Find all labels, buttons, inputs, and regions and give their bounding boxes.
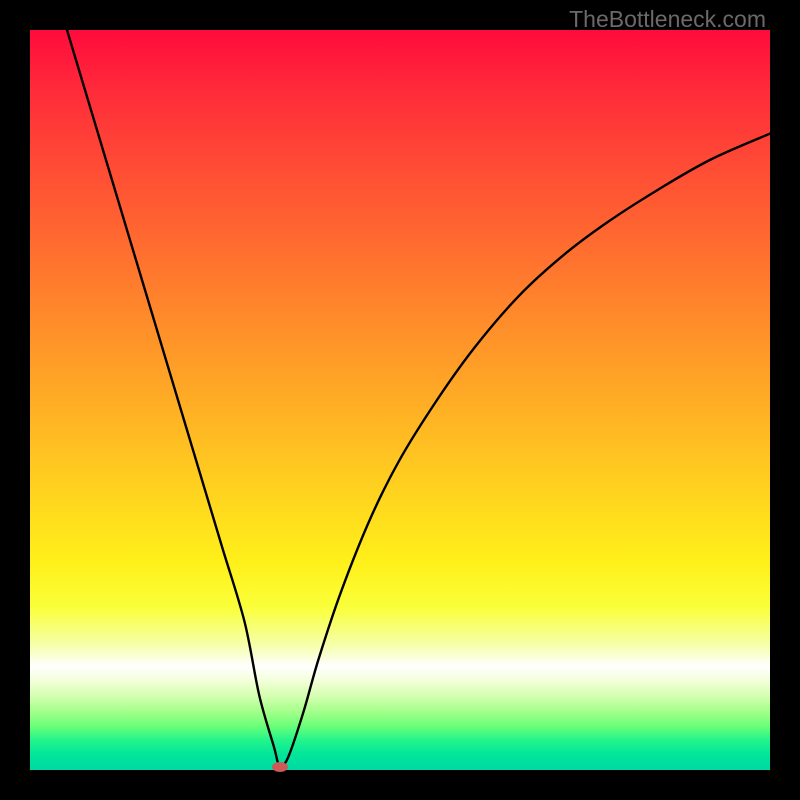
chart-frame: TheBottleneck.com <box>0 0 800 800</box>
minimum-marker <box>272 762 288 772</box>
bottleneck-curve <box>30 30 770 770</box>
watermark-text: TheBottleneck.com <box>569 6 766 33</box>
plot-area <box>30 30 770 770</box>
